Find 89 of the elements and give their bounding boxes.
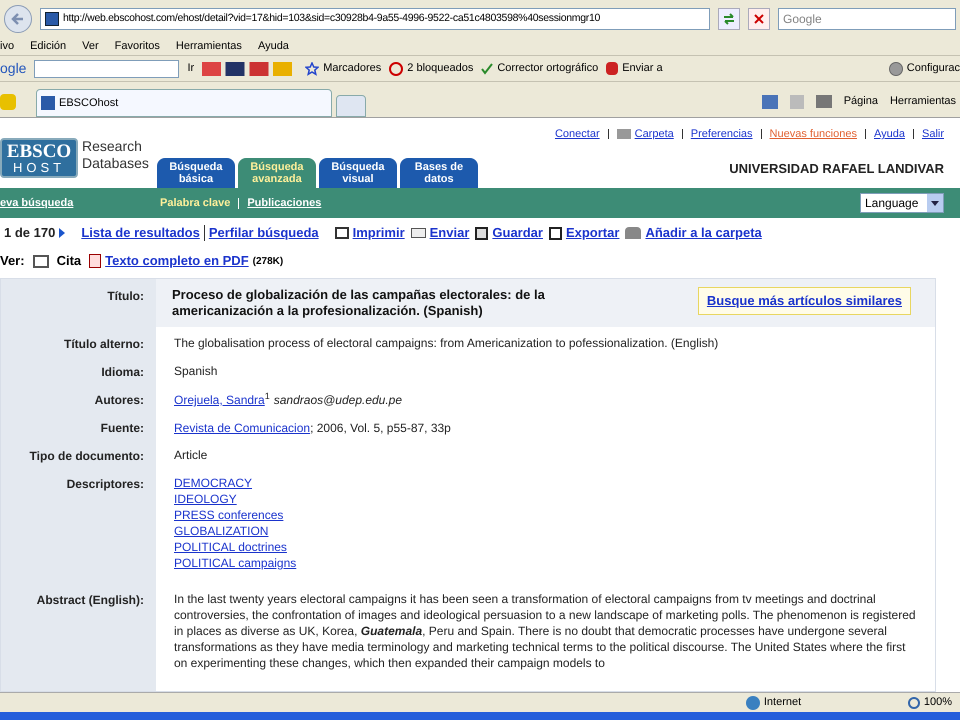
page-icon: [41, 96, 55, 110]
subject-link[interactable]: DEMOCRACY: [174, 475, 252, 491]
tool-link[interactable]: Añadir a la carpeta: [645, 223, 762, 243]
subject-link[interactable]: IDEOLOGY: [174, 491, 237, 507]
menu-item[interactable]: ivo: [0, 38, 14, 55]
arrows-icon: [723, 13, 735, 25]
header-link[interactable]: Preferencias: [690, 126, 753, 142]
search-field[interactable]: Google: [778, 8, 956, 30]
search-tab[interactable]: Búsqueda visual: [318, 158, 397, 188]
pdf-link[interactable]: Texto completo en PDF: [105, 251, 249, 271]
tool-link[interactable]: Exportar: [566, 223, 620, 243]
field-value: In the last twenty years electoral campaigns it has been seen a transformation of electoral campaigns from tv meetings and doctrinal controversies, the confrontation of images and ideological persuasion to a new landscape of marketing polls. The phenomenon is registered in places as diverse as UK, Korea, Guatemala, Peru and Spain. There is no doubt that democratic processes have undergone several transformations as they have media terminology and marketing technical terms to the political discourse. The United States where the first on experimenting these changes, which then expanded their campaign models to: [174, 591, 917, 671]
author-link[interactable]: Orejuela, Sandra: [174, 391, 265, 409]
citation-label: Cita: [56, 252, 82, 270]
command-button[interactable]: Página: [844, 93, 878, 110]
footnote-mark: 1: [264, 391, 270, 401]
settings-button[interactable]: Configurac: [888, 60, 960, 77]
language-select[interactable]: Language: [860, 193, 944, 213]
subject-link[interactable]: GLOBALIZATION: [174, 523, 268, 539]
menu-item[interactable]: Edición: [30, 38, 66, 55]
header-link[interactable]: Conectar: [554, 126, 600, 142]
back-button[interactable]: [4, 5, 32, 33]
page-icon: [45, 12, 59, 26]
command-button[interactable]: Herramientas: [890, 93, 956, 110]
field-label: Título:: [1, 279, 156, 327]
dropdown-button[interactable]: [927, 194, 943, 212]
refresh-button[interactable]: [718, 8, 740, 30]
result-list-link[interactable]: Lista de resultados: [81, 223, 200, 243]
menu-item[interactable]: Ayuda: [258, 38, 289, 55]
view-label: Ver:: [0, 252, 25, 270]
blocked-icon: [389, 62, 404, 76]
toolbar-search-field[interactable]: [34, 60, 180, 78]
next-arrow-icon[interactable]: [59, 228, 66, 238]
search-brand: ogle: [0, 59, 26, 78]
source-link[interactable]: Revista de Comunicacion: [174, 419, 310, 437]
back-arrow-icon: [11, 12, 25, 26]
field-value: Spanish: [174, 363, 218, 379]
search-tab[interactable]: Bases de datos: [400, 158, 478, 188]
field-value: The globalisation process of electoral campaigns: from Americanization to pofessionalization. (English): [174, 335, 720, 351]
address-field[interactable]: http://web.ebscohost.com/ehost/detail?vid=17&hid=103&sid=c30928b4-9a55-4996-9522-ca51c4803598%40sessionmgr10: [40, 8, 710, 30]
logo: EBSCO HOST: [0, 138, 78, 178]
record-title: Proceso de globalización de las campañas electorales: de la americanización a la profesionalización. (Spanish): [172, 287, 546, 319]
subject-link[interactable]: POLITICAL campaigns: [174, 555, 296, 571]
tool-link[interactable]: Imprimir: [352, 223, 405, 243]
subnav-link[interactable]: Publicaciones: [247, 194, 322, 212]
subject-link[interactable]: POLITICAL doctrines: [174, 539, 287, 555]
field-label: Fuente:: [1, 411, 156, 439]
tool-link[interactable]: Guardar: [492, 223, 543, 243]
chevron-down-icon: [931, 200, 939, 206]
field-label: Abstract (English):: [1, 583, 156, 691]
spell-check-button[interactable]: Corrector ortográfico: [481, 60, 598, 77]
source-details: ; 2006, Vol. 5, p55-87, 33p: [310, 420, 451, 437]
browser-tab[interactable]: EBSCOhost: [36, 89, 332, 117]
refine-search-link[interactable]: Perfilar búsqueda: [208, 223, 319, 243]
new-tab-button-icon: [336, 95, 366, 117]
header-link[interactable]: Salir: [922, 126, 944, 142]
field-label: Tipo de documento:: [1, 439, 156, 467]
star-icon: [305, 62, 320, 76]
logo-text: Research: [82, 138, 143, 155]
field-value: Article: [174, 447, 208, 463]
stop-button[interactable]: [748, 8, 770, 30]
go-button[interactable]: Ir: [187, 60, 194, 77]
author-email: sandraos@udep.edu.pe: [274, 392, 402, 409]
subject-link[interactable]: PRESS conferences: [174, 507, 284, 523]
send-button[interactable]: Enviar a: [606, 60, 663, 77]
field-label: Título alterno:: [1, 327, 156, 355]
search-tab[interactable]: Búsqueda básica: [156, 158, 235, 188]
logo-text: Databases: [82, 155, 149, 172]
security-zone: Internet: [764, 695, 802, 710]
close-icon: [754, 14, 764, 24]
menu-item[interactable]: Herramientas: [176, 38, 242, 55]
bookmarks-button[interactable]: Marcadores: [305, 60, 382, 77]
header-link[interactable]: Nuevas funciones: [770, 126, 857, 142]
header-link[interactable]: Ayuda: [874, 126, 905, 142]
zoom-level[interactable]: 100%: [924, 694, 952, 711]
menu-item[interactable]: Ver: [82, 38, 99, 55]
menu-item[interactable]: Favoritos: [114, 38, 160, 55]
file-size: (278K): [252, 254, 284, 268]
check-icon: [481, 62, 494, 74]
field-label: Autores:: [1, 383, 156, 411]
record-position: 1 de 170: [4, 224, 56, 242]
new-search-link[interactable]: eva búsqueda: [0, 194, 160, 212]
field-label: Idioma:: [1, 355, 156, 383]
institution-name: UNIVERSIDAD RAFAEL LANDIVAR: [729, 160, 944, 178]
similar-articles-button[interactable]: Busque más artículos similares: [698, 287, 911, 314]
tool-link[interactable]: Enviar: [430, 223, 470, 243]
field-label: Descriptores:: [1, 467, 156, 583]
header-link[interactable]: Carpeta: [634, 126, 674, 142]
popups-blocked-button[interactable]: 2 bloqueados: [389, 60, 474, 77]
